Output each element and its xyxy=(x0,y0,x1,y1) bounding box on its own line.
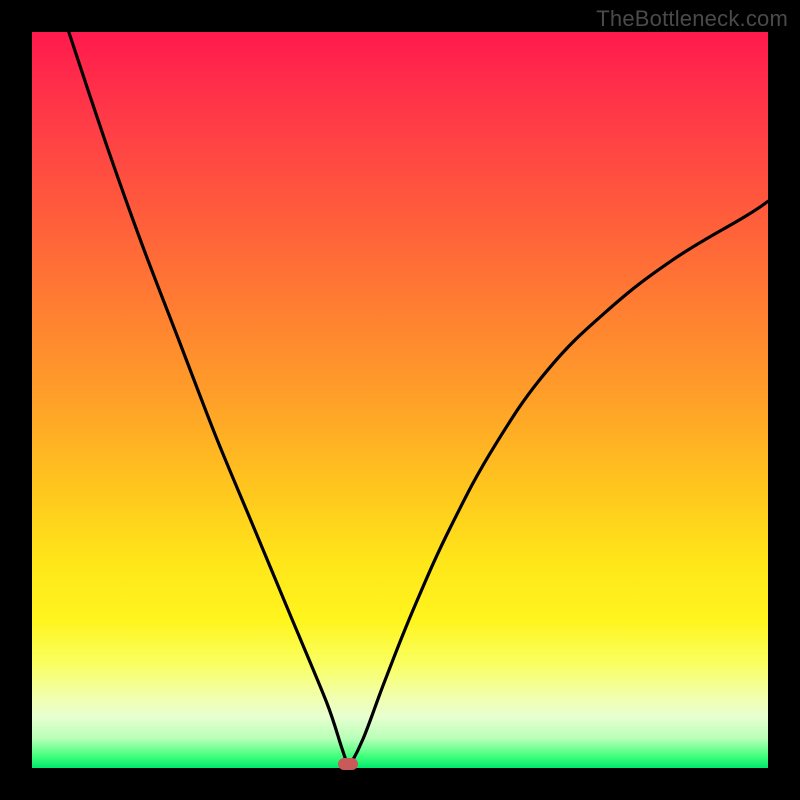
bottleneck-curve xyxy=(32,32,768,768)
plot-area xyxy=(32,32,768,768)
watermark-text: TheBottleneck.com xyxy=(596,6,788,32)
curve-path xyxy=(69,32,768,768)
optimal-point-marker xyxy=(338,758,358,770)
chart-frame: TheBottleneck.com xyxy=(0,0,800,800)
